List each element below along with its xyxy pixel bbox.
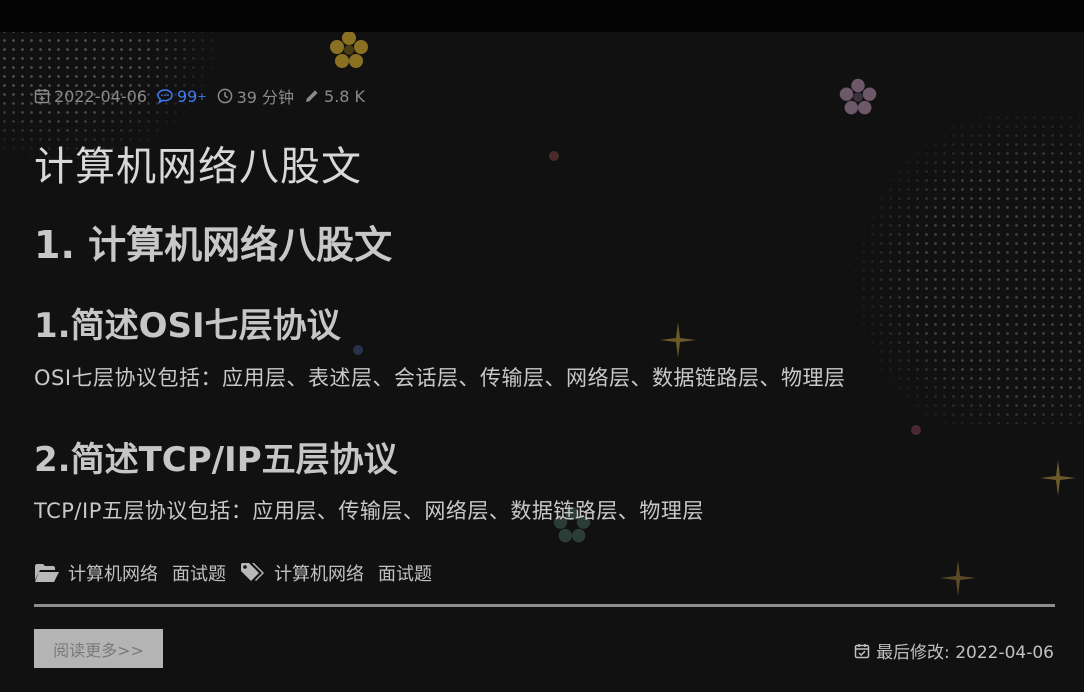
sparkle-decoration — [940, 560, 976, 596]
flower-decoration — [330, 32, 368, 68]
sparkle-decoration — [1040, 460, 1076, 496]
tag-link[interactable]: 计算机网络 — [274, 560, 364, 586]
post-date-text: 2022-04-06 — [54, 86, 147, 106]
divider — [34, 604, 1055, 607]
comment-count-suffix: + — [197, 89, 207, 103]
pencil-icon — [306, 90, 318, 102]
calendar-check-icon — [854, 643, 870, 658]
dot-decoration — [549, 151, 559, 161]
section-paragraph: TCP/IP五层协议包括：应用层、传输层、网络层、数据链路层、物理层 — [34, 499, 704, 523]
last-modified: 最后修改: 2022-04-06 — [854, 638, 1054, 663]
section-heading: 1.简述OSI七层协议 — [34, 306, 341, 346]
section-paragraph: OSI七层协议包括：应用层、表述层、会话层、传输层、网络层、数据链路层、物理层 — [34, 366, 846, 390]
dot-pattern-decoration — [850, 104, 1084, 424]
word-count: 5.8 K — [304, 87, 365, 106]
calendar-plus-icon — [34, 89, 50, 104]
comment-icon — [157, 89, 173, 104]
section-heading: 2.简述TCP/IP五层协议 — [34, 440, 398, 480]
top-bar — [0, 0, 1084, 32]
dot-decoration — [353, 345, 363, 355]
comment-count-text: 99 — [176, 86, 198, 106]
post-meta: 2022-04-06 99 + 39 分钟 5.8 K — [34, 84, 375, 108]
clock-icon — [217, 88, 232, 104]
sparkle-decoration — [660, 322, 696, 358]
tags-icon — [241, 563, 264, 581]
comment-count[interactable]: 99 + — [157, 87, 207, 106]
post-title[interactable]: 计算机网络八股文 — [34, 134, 362, 192]
dot-decoration — [911, 425, 921, 435]
post-taxonomy: 计算机网络 面试题 计算机网络 面试题 — [34, 560, 446, 586]
folder-open-icon — [35, 564, 59, 582]
read-more-button[interactable]: 阅读更多>> — [34, 629, 163, 668]
read-time-text: 39 分钟 — [236, 88, 295, 107]
category-link[interactable]: 面试题 — [172, 560, 226, 586]
content-heading-1: 1. 计算机网络八股文 — [34, 223, 393, 267]
last-modified-text: 最后修改: 2022-04-06 — [876, 643, 1054, 663]
post-card: 2022-04-06 99 + 39 分钟 5.8 K 计算机网络八股文 1. 计… — [0, 32, 1084, 692]
post-date: 2022-04-06 — [34, 87, 147, 106]
word-count-text: 5.8 K — [324, 86, 366, 106]
read-time: 39 分钟 — [217, 84, 294, 108]
tag-link[interactable]: 面试题 — [378, 560, 432, 586]
category-link[interactable]: 计算机网络 — [68, 560, 158, 586]
flower-decoration — [839, 78, 877, 115]
